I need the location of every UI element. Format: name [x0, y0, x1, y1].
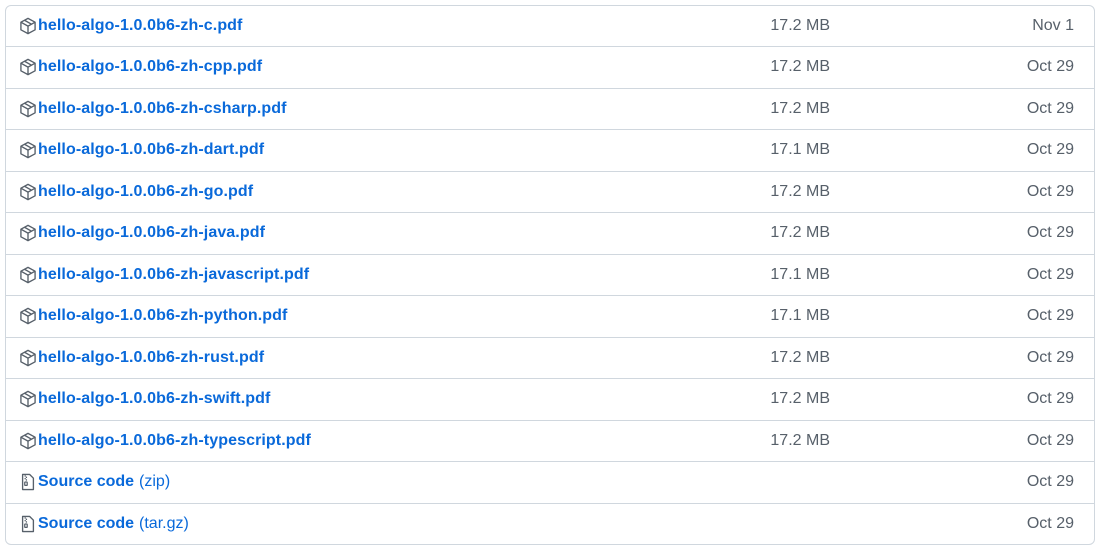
source-label: Source code	[38, 473, 135, 491]
asset-size: 17.2 MB	[770, 99, 830, 117]
asset-name-cell: hello-algo-1.0.0b6-zh-csharp.pdf	[18, 89, 287, 130]
asset-link[interactable]: hello-algo-1.0.0b6-zh-c.pdf	[38, 17, 243, 35]
asset-size: 17.2 MB	[770, 390, 830, 408]
asset-row: hello-algo-1.0.0b6-zh-rust.pdf 17.2 MB O…	[6, 336, 1094, 379]
asset-date: Oct 29	[1026, 99, 1074, 117]
asset-name-cell: hello-algo-1.0.0b6-zh-dart.pdf	[18, 130, 264, 171]
source-name-cell: Source code (tar.gz)	[18, 504, 189, 545]
asset-name-cell: hello-algo-1.0.0b6-zh-cpp.pdf	[18, 47, 262, 88]
asset-row: hello-algo-1.0.0b6-zh-c.pdf 17.2 MB Nov …	[6, 6, 1094, 46]
asset-size: 17.1 MB	[770, 307, 830, 325]
asset-link[interactable]: hello-algo-1.0.0b6-zh-javascript.pdf	[38, 266, 309, 284]
asset-date: Nov 1	[1032, 17, 1074, 34]
source-row: Source code (tar.gz) Oct 29	[6, 502, 1094, 545]
asset-name-cell: hello-algo-1.0.0b6-zh-python.pdf	[18, 296, 287, 337]
package-icon	[18, 265, 37, 284]
asset-link[interactable]: hello-algo-1.0.0b6-zh-csharp.pdf	[38, 100, 287, 118]
source-ext: (zip)	[139, 473, 171, 491]
asset-name-cell: hello-algo-1.0.0b6-zh-swift.pdf	[18, 379, 270, 420]
file-zip-icon	[18, 473, 37, 492]
asset-size: 17.2 MB	[770, 58, 830, 76]
asset-size: 17.1 MB	[770, 265, 830, 283]
asset-name-cell: hello-algo-1.0.0b6-zh-rust.pdf	[18, 338, 264, 379]
asset-date: Oct 29	[1026, 307, 1074, 325]
source-date: Oct 29	[1026, 473, 1074, 491]
package-icon	[18, 17, 37, 36]
asset-size: 17.1 MB	[770, 141, 830, 159]
asset-link[interactable]: hello-algo-1.0.0b6-zh-dart.pdf	[38, 141, 264, 159]
asset-date: Oct 29	[1026, 141, 1074, 159]
asset-size: 17.2 MB	[770, 348, 830, 366]
package-icon	[18, 431, 37, 450]
asset-row: hello-algo-1.0.0b6-zh-javascript.pdf 17.…	[6, 253, 1094, 296]
source-name-cell: Source code (zip)	[18, 462, 170, 503]
package-icon	[18, 182, 37, 201]
source-code-targz-link[interactable]: Source code (tar.gz)	[38, 515, 189, 533]
source-date: Oct 29	[1026, 514, 1074, 532]
package-icon	[18, 58, 37, 77]
asset-link[interactable]: hello-algo-1.0.0b6-zh-python.pdf	[38, 307, 287, 325]
package-icon	[18, 307, 37, 326]
asset-row: hello-algo-1.0.0b6-zh-typescript.pdf 17.…	[6, 419, 1094, 462]
asset-date: Oct 29	[1026, 58, 1074, 76]
asset-date: Oct 29	[1026, 224, 1074, 242]
asset-name-cell: hello-algo-1.0.0b6-zh-go.pdf	[18, 172, 253, 213]
asset-date: Oct 29	[1026, 390, 1074, 408]
asset-row: hello-algo-1.0.0b6-zh-java.pdf 17.2 MB O…	[6, 212, 1094, 254]
source-ext: (tar.gz)	[139, 514, 189, 532]
source-row: Source code (zip) Oct 29	[6, 461, 1094, 503]
asset-date: Oct 29	[1026, 348, 1074, 366]
package-icon	[18, 224, 37, 243]
asset-date: Oct 29	[1026, 431, 1074, 449]
asset-name-cell: hello-algo-1.0.0b6-zh-javascript.pdf	[18, 255, 309, 296]
file-zip-icon	[18, 514, 37, 533]
asset-link[interactable]: hello-algo-1.0.0b6-zh-java.pdf	[38, 224, 265, 242]
package-icon	[18, 390, 37, 409]
package-icon	[18, 141, 37, 160]
asset-size: 17.2 MB	[770, 224, 830, 242]
asset-date: Oct 29	[1026, 182, 1074, 200]
asset-link[interactable]: hello-algo-1.0.0b6-zh-swift.pdf	[38, 390, 270, 408]
asset-row: hello-algo-1.0.0b6-zh-python.pdf 17.1 MB…	[6, 295, 1094, 337]
asset-link[interactable]: hello-algo-1.0.0b6-zh-rust.pdf	[38, 349, 264, 367]
asset-link[interactable]: hello-algo-1.0.0b6-zh-go.pdf	[38, 183, 253, 201]
asset-row: hello-algo-1.0.0b6-zh-swift.pdf 17.2 MB …	[6, 378, 1094, 420]
asset-row: hello-algo-1.0.0b6-zh-csharp.pdf 17.2 MB…	[6, 87, 1094, 130]
asset-name-cell: hello-algo-1.0.0b6-zh-java.pdf	[18, 213, 265, 254]
asset-size: 17.2 MB	[770, 431, 830, 449]
asset-row: hello-algo-1.0.0b6-zh-go.pdf 17.2 MB Oct…	[6, 170, 1094, 213]
asset-size: 17.2 MB	[770, 17, 830, 34]
asset-link[interactable]: hello-algo-1.0.0b6-zh-cpp.pdf	[38, 58, 262, 76]
release-assets-list: hello-algo-1.0.0b6-zh-c.pdf 17.2 MB Nov …	[5, 5, 1095, 545]
asset-name-cell: hello-algo-1.0.0b6-zh-c.pdf	[18, 6, 243, 46]
asset-row: hello-algo-1.0.0b6-zh-cpp.pdf 17.2 MB Oc…	[6, 46, 1094, 88]
asset-size: 17.2 MB	[770, 182, 830, 200]
asset-link[interactable]: hello-algo-1.0.0b6-zh-typescript.pdf	[38, 432, 311, 450]
package-icon	[18, 99, 37, 118]
asset-row: hello-algo-1.0.0b6-zh-dart.pdf 17.1 MB O…	[6, 129, 1094, 171]
asset-name-cell: hello-algo-1.0.0b6-zh-typescript.pdf	[18, 421, 311, 462]
asset-date: Oct 29	[1026, 265, 1074, 283]
source-code-zip-link[interactable]: Source code (zip)	[38, 473, 170, 491]
source-label: Source code	[38, 514, 135, 532]
package-icon	[18, 348, 37, 367]
